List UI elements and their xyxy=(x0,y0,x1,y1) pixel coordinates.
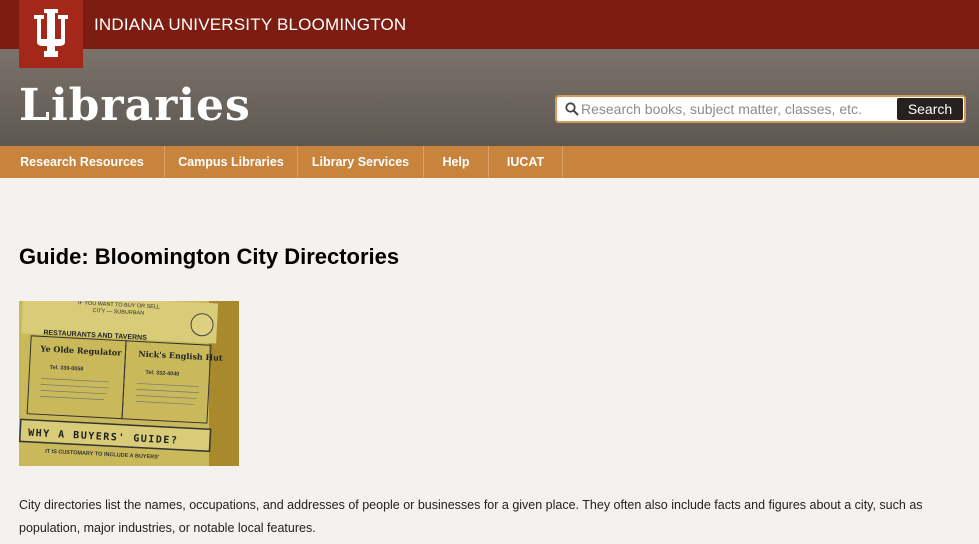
search-box: Search xyxy=(555,95,966,123)
iu-trident-logo[interactable] xyxy=(19,0,83,68)
search-button[interactable]: Search xyxy=(897,98,963,120)
page-title: Guide: Bloomington City Directories xyxy=(19,244,400,269)
search-input[interactable] xyxy=(581,99,896,119)
nav-item-library-services[interactable]: Library Services xyxy=(298,146,424,178)
main-content: Guide: Bloomington City Directories xyxy=(19,244,959,270)
university-name[interactable]: INDIANA UNIVERSITY BLOOMINGTON xyxy=(94,15,406,35)
directory-photo: IF YOU WANT TO BUY OR SELL CITY — SUBURB… xyxy=(19,301,239,466)
intro-paragraph: City directories list the names, occupat… xyxy=(19,498,923,535)
trident-icon xyxy=(34,9,68,57)
nav-item-help[interactable]: Help xyxy=(424,146,489,178)
nav-item-iucat[interactable]: IUCAT xyxy=(489,146,563,178)
top-bar: INDIANA UNIVERSITY BLOOMINGTON xyxy=(0,0,979,49)
nav-item-research-resources[interactable]: Research Resources xyxy=(0,146,165,178)
main-nav: Research Resources Campus Libraries Libr… xyxy=(0,146,979,178)
nav-item-campus-libraries[interactable]: Campus Libraries xyxy=(165,146,298,178)
site-title[interactable]: Libraries xyxy=(19,80,251,131)
search-icon xyxy=(565,102,579,116)
